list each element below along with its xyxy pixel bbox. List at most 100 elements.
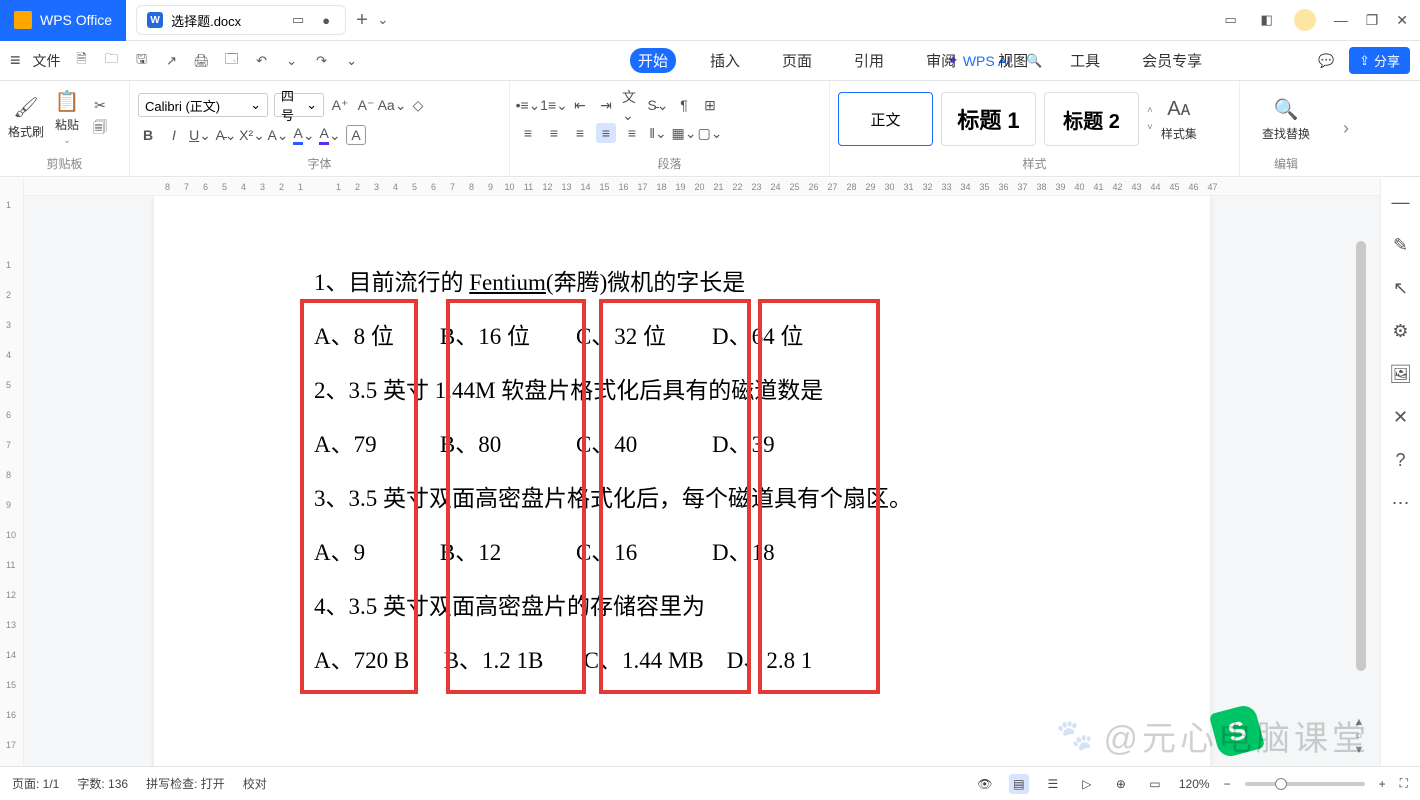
print-icon[interactable]: 🖨 (193, 52, 211, 70)
status-words[interactable]: 字数: 136 (77, 775, 128, 792)
reader-icon[interactable]: ▭ (1222, 11, 1240, 29)
shading-icon[interactable]: ▦⌄ (674, 123, 694, 143)
page-view-icon[interactable]: ▤ (1009, 774, 1029, 794)
new-file-icon[interactable]: 🗎 (73, 52, 91, 70)
tools-icon[interactable]: ✕ (1393, 407, 1408, 428)
cut-icon[interactable]: ✂ (90, 95, 110, 115)
font-color-icon[interactable]: A⌄ (320, 125, 340, 145)
status-page[interactable]: 页面: 1/1 (12, 775, 59, 792)
align-justify-icon[interactable]: ≡ (596, 123, 616, 143)
text-direction-icon[interactable]: 文⌄ (622, 95, 642, 115)
app-tab[interactable]: WPS Office (0, 0, 126, 41)
chat-icon[interactable]: 💬 (1317, 52, 1335, 70)
distribute-icon[interactable]: ≡ (622, 123, 642, 143)
char-shading-icon[interactable]: A (346, 125, 366, 145)
decrease-indent-icon[interactable]: ⇤ (570, 95, 590, 115)
avatar[interactable] (1294, 9, 1316, 31)
vertical-scrollbar[interactable] (1356, 241, 1366, 671)
horizontal-ruler[interactable]: 8765432112345678910111213141516171819202… (24, 178, 1380, 196)
redo-icon[interactable]: ↷ (313, 52, 331, 70)
style-gallery-scroll[interactable]: ˄˅ (1147, 105, 1153, 133)
line-break-icon[interactable]: ¶ (674, 95, 694, 115)
text-effects-icon[interactable]: A⌄ (268, 125, 288, 145)
zoom-slider[interactable] (1245, 782, 1365, 786)
undo-icon[interactable]: ↶ (253, 52, 271, 70)
status-spell[interactable]: 拼写检查: 打开 (146, 775, 225, 792)
text-span[interactable]: 1、目前流行的 (314, 270, 469, 295)
vertical-ruler[interactable]: 1123456789101112131415161718 (0, 178, 24, 766)
style-heading1[interactable]: 标题 1 (941, 92, 1036, 146)
tab-start[interactable]: 开始 (630, 48, 676, 73)
numbering-icon[interactable]: 1≡⌄ (544, 95, 564, 115)
pencil-icon[interactable]: ✎ (1393, 235, 1408, 256)
tab-window-icon[interactable]: ▭ (289, 11, 307, 29)
highlight-icon[interactable]: A⌄ (294, 125, 314, 145)
styleset-button[interactable]: Aᴀ样式集 (1161, 97, 1197, 142)
tab-insert[interactable]: 插入 (702, 48, 748, 73)
superscript-icon[interactable]: X²⌄ (242, 125, 262, 145)
align-right-icon[interactable]: ≡ (570, 123, 590, 143)
gallery-icon[interactable]: 🖼 (1389, 364, 1412, 385)
format-painter-button[interactable]: 🖌格式刷 (8, 95, 44, 140)
find-replace-button[interactable]: 🔍查找替换 (1262, 97, 1310, 142)
eye-icon[interactable]: 👁 (975, 774, 995, 794)
bold-icon[interactable]: B (138, 125, 158, 145)
line-spacing-icon[interactable]: ‖⌄ (648, 123, 668, 143)
grow-font-icon[interactable]: A⁺ (330, 95, 350, 115)
copy-icon[interactable]: 🗐 (90, 119, 110, 139)
zoom-thumb[interactable] (1275, 778, 1287, 790)
style-heading2[interactable]: 标题 2 (1044, 92, 1139, 146)
status-proof[interactable]: 校对 (243, 775, 267, 792)
print-preview-icon[interactable]: 🗔 (223, 52, 241, 70)
italic-icon[interactable]: I (164, 125, 184, 145)
minimize-button[interactable]: — (1334, 12, 1348, 28)
cube-icon[interactable]: ◧ (1258, 11, 1276, 29)
align-center-icon[interactable]: ≡ (544, 123, 564, 143)
page-viewport[interactable]: 1、目前流行的 Fentium(奔腾)微机的字长是A、8 位 B、16 位 C、… (24, 196, 1366, 766)
play-icon[interactable]: ▷ (1077, 774, 1097, 794)
document-tab[interactable]: W 选择题.docx ▭ ● (136, 5, 346, 35)
tab-page[interactable]: 页面 (774, 48, 820, 73)
ribbon-next-button[interactable]: › (1332, 81, 1360, 176)
tab-member[interactable]: 会员专享 (1134, 48, 1210, 73)
cursor-icon[interactable]: ↖ (1393, 278, 1408, 299)
tab-tools[interactable]: 工具 (1062, 48, 1108, 73)
help-icon[interactable]: ? (1395, 450, 1405, 471)
close-window-button[interactable]: ✕ (1396, 12, 1408, 29)
new-tab-dropdown-icon[interactable]: ⌄ (374, 11, 392, 29)
file-menu[interactable]: 文件 (33, 51, 61, 71)
clear-format-icon[interactable]: ◇ (408, 95, 428, 115)
text-span[interactable]: Fentium (469, 270, 546, 295)
paste-button[interactable]: 📋粘贴⌄ (54, 88, 80, 146)
text-span[interactable]: (奔腾)微机的字长是 (546, 270, 745, 295)
borders-icon[interactable]: ▢⌄ (700, 123, 720, 143)
maximize-button[interactable]: ❐ (1366, 12, 1379, 29)
save-icon[interactable]: 🖫 (133, 52, 151, 70)
more-qa-icon[interactable]: ⌄ (343, 52, 361, 70)
increase-indent-icon[interactable]: ⇥ (596, 95, 616, 115)
outline-view-icon[interactable]: ☰ (1043, 774, 1063, 794)
sort-icon[interactable]: S̵⌄ (648, 95, 668, 115)
share-button[interactable]: ⇪分享 (1349, 47, 1410, 74)
strikethrough-icon[interactable]: A̵⌄ (216, 125, 236, 145)
underline-icon[interactable]: U⌄ (190, 125, 210, 145)
more-icon[interactable]: ⋯ (1392, 493, 1410, 514)
font-name-select[interactable]: Calibri (正文)⌄ (138, 93, 268, 117)
reading-view-icon[interactable]: ▭ (1145, 774, 1165, 794)
align-left-icon[interactable]: ≡ (518, 123, 538, 143)
change-case-icon[interactable]: Aa⌄ (382, 95, 402, 115)
open-folder-icon[interactable]: 🗀 (103, 52, 121, 70)
settings-slider-icon[interactable]: ⚙ (1392, 321, 1408, 342)
export-icon[interactable]: ↗ (163, 52, 181, 70)
hamburger-icon[interactable]: ≡ (10, 50, 21, 71)
undo-dropdown-icon[interactable]: ⌄ (283, 52, 301, 70)
style-body[interactable]: 正文 (838, 92, 933, 146)
tab-review[interactable]: 审阅 (918, 48, 964, 73)
document-content[interactable]: 1、目前流行的 Fentium(奔腾)微机的字长是A、8 位 B、16 位 C、… (154, 196, 1210, 728)
zoom-out-icon[interactable]: − (1224, 777, 1231, 791)
font-size-select[interactable]: 四号⌄ (274, 93, 324, 117)
bullets-icon[interactable]: •≡⌄ (518, 95, 538, 115)
zoom-in-icon[interactable]: + (1379, 777, 1386, 791)
status-zoom[interactable]: 120% (1179, 777, 1210, 791)
tab-view[interactable]: 视图 (990, 48, 1036, 73)
